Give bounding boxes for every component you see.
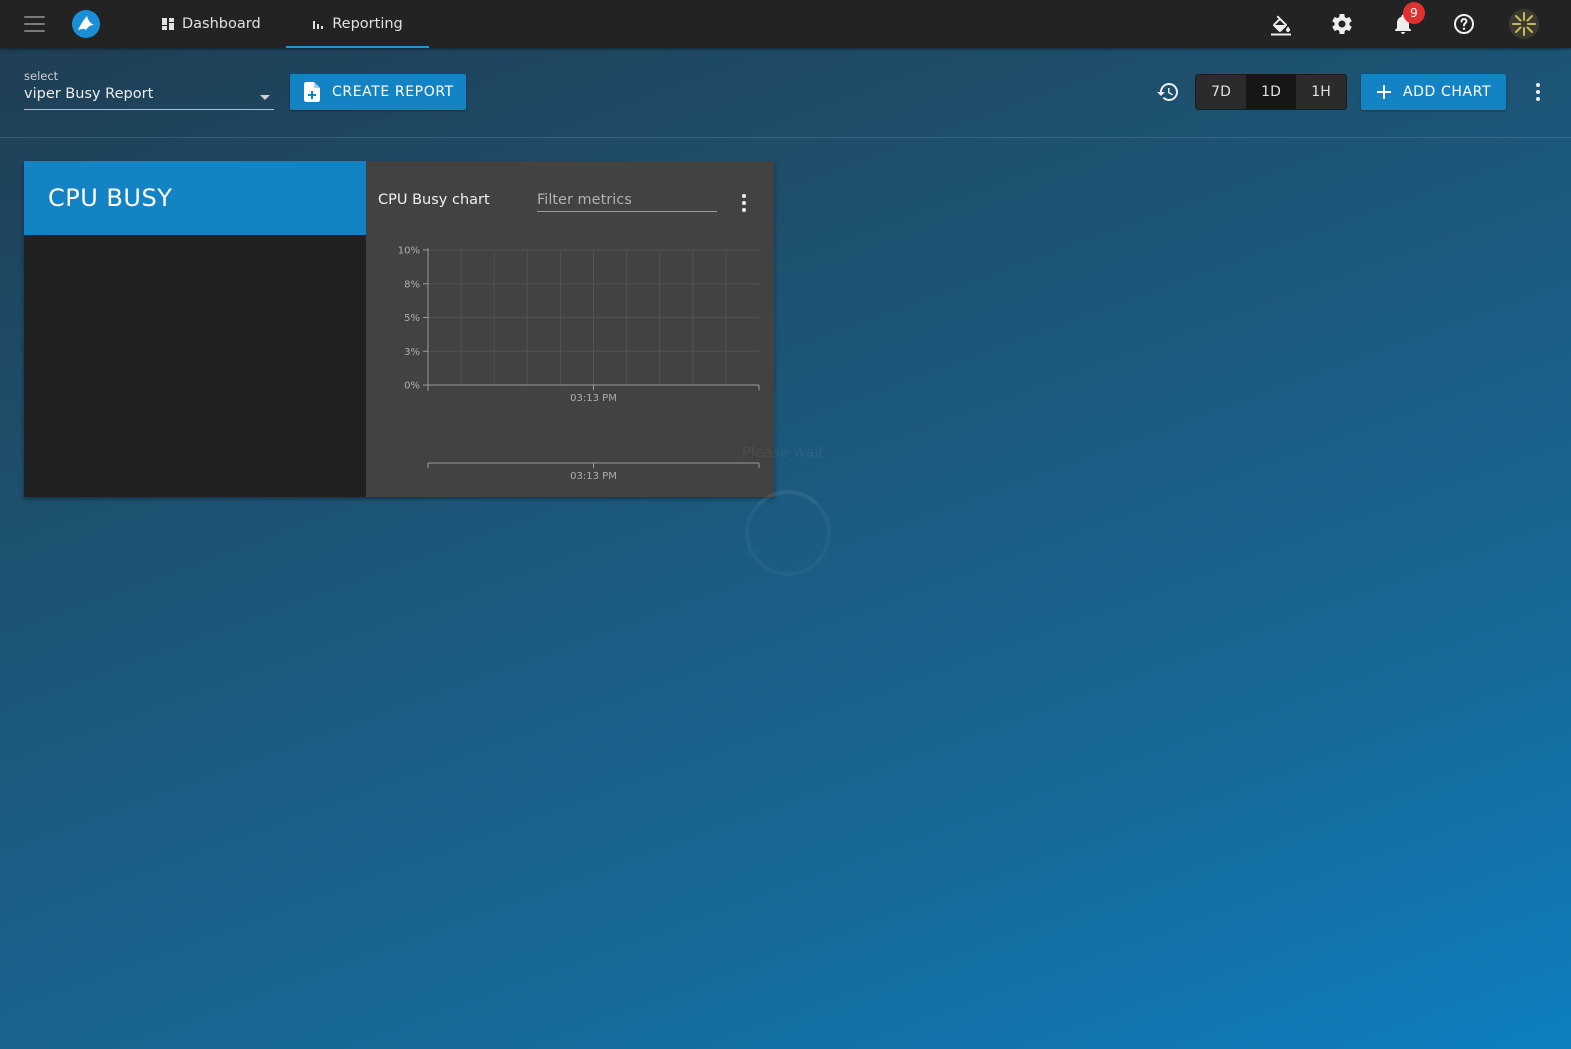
paint-bucket-icon[interactable] [1269,12,1293,36]
loading-text: Please wait [742,445,825,461]
range-1h-button[interactable]: 1H [1296,75,1346,109]
tab-dashboard[interactable]: Dashboard [162,0,261,48]
caret-down-icon [260,95,270,100]
y-tick-label: 5% [404,313,420,324]
report-select-label: select [24,69,59,83]
dashboard-icon [162,18,174,30]
report-select[interactable]: viper Busy Report [24,86,274,110]
app-logo[interactable] [72,10,100,38]
navigator-tick-label: 03:13 PM [570,471,617,482]
history-icon[interactable] [1156,80,1180,104]
create-report-label: CREATE REPORT [332,84,454,100]
tab-reporting[interactable]: Reporting [286,0,429,48]
tab-dashboard-label: Dashboard [182,16,261,32]
bar-chart-icon [313,21,324,29]
report-panel: CPU BUSY CPU Busy chart 10%8%5%3%0%03:13… [24,161,774,497]
range-7d-button[interactable]: 7D [1196,75,1246,109]
notification-badge: 9 [1403,2,1425,24]
add-chart-button[interactable]: ADD CHART [1361,74,1506,110]
report-title: CPU BUSY [24,161,366,235]
menu-icon[interactable] [24,16,45,32]
x-tick-label: 03:13 PM [570,393,617,404]
avatar-image [1509,9,1539,39]
add-chart-label: ADD CHART [1403,84,1492,100]
y-tick-label: 3% [404,347,420,358]
avatar[interactable] [1509,9,1539,39]
cpu-busy-chart: 10% 8% 5% 3% 0% 03:13 PM 03:13 PM [398,246,760,482]
gear-icon[interactable] [1330,12,1354,36]
report-select-value: viper Busy Report [24,86,154,102]
more-vert-icon[interactable] [1526,80,1550,104]
top-app-bar: Dashboard Reporting 9 [0,0,1571,48]
y-tick-label: 0% [404,381,420,392]
tab-reporting-label: Reporting [332,16,403,32]
y-tick-label: 10% [398,246,420,257]
report-toolbar: select viper Busy Report CREATE REPORT 7… [0,48,1571,138]
range-1d-button[interactable]: 1D [1246,75,1296,109]
add-document-icon [304,82,320,102]
chart-card: CPU Busy chart 10%8%5%3%0%03:13 PM03:13 … [366,161,774,497]
create-report-button[interactable]: CREATE REPORT [290,74,466,110]
loading-spinner [745,490,831,576]
plus-icon [1377,85,1391,99]
y-tick-label: 8% [404,279,420,290]
time-range-toggle: 7D 1D 1H [1195,74,1347,110]
help-icon[interactable] [1452,12,1476,36]
